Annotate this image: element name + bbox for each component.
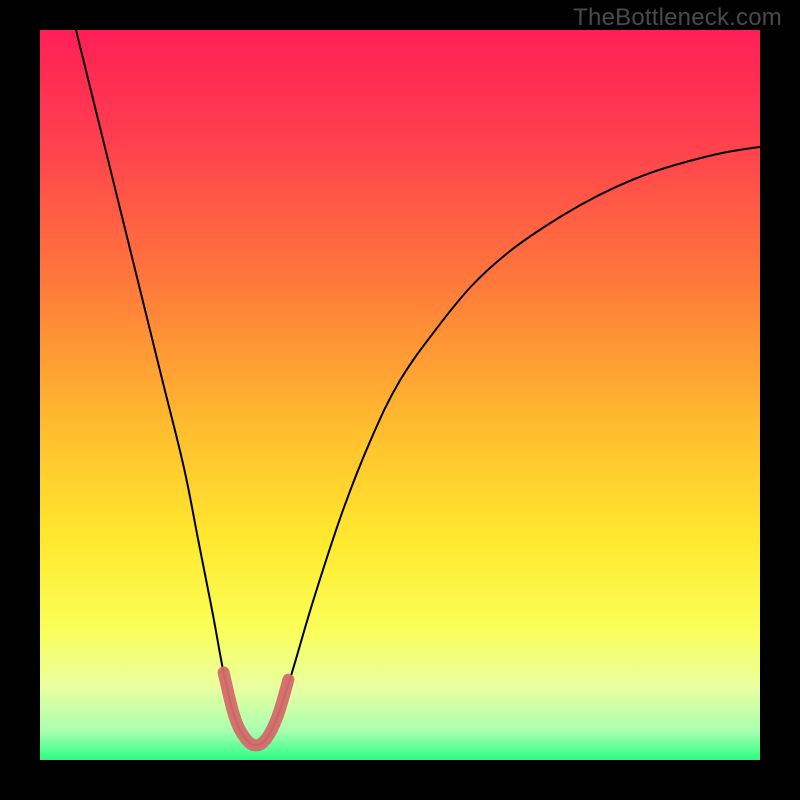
chart-frame: TheBottleneck.com [0,0,800,800]
plot-area [40,30,760,760]
watermark-text: TheBottleneck.com [573,4,782,32]
plot-svg [40,30,760,760]
gradient-background [40,30,760,760]
